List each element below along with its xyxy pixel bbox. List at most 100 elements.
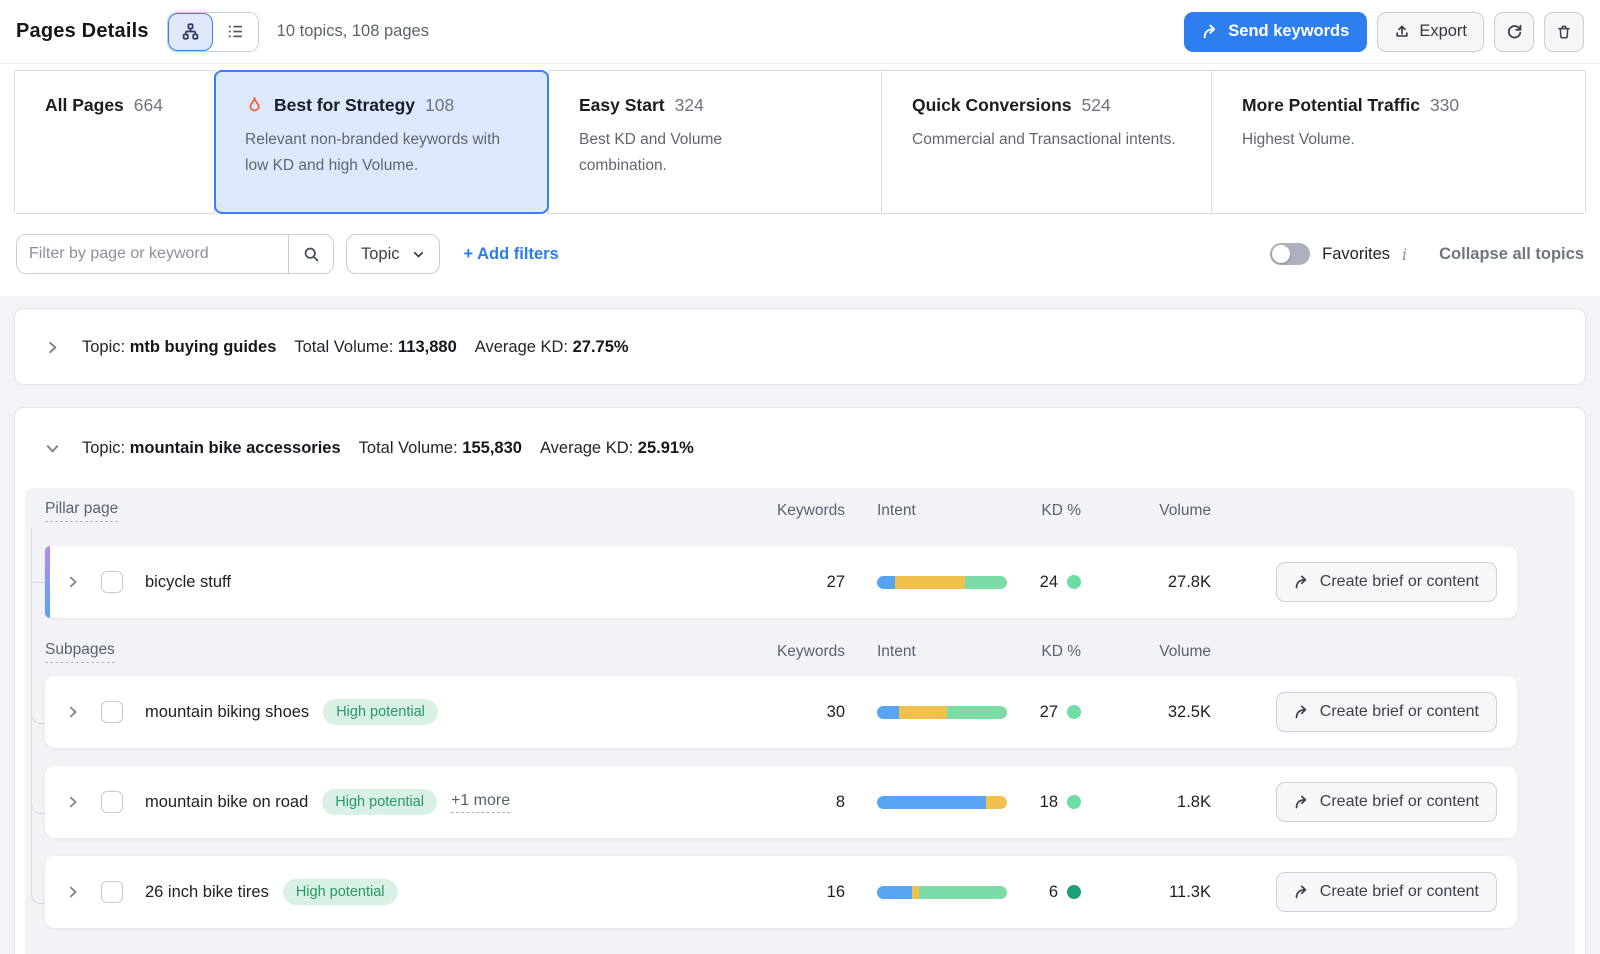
search-box bbox=[16, 234, 334, 274]
filter-bar: Topic + Add filters Favorites i Collapse… bbox=[0, 214, 1600, 296]
kd-value: 24 bbox=[1040, 573, 1058, 592]
page-title: Pages Details bbox=[16, 20, 149, 43]
row-checkbox[interactable] bbox=[101, 571, 123, 593]
send-arrow-icon bbox=[1294, 574, 1310, 590]
total-volume-label: Total Volume: bbox=[294, 338, 393, 356]
search-button[interactable] bbox=[288, 235, 333, 273]
strategy-tabs: All Pages 664 Best for Strategy 108 Rele… bbox=[14, 70, 1586, 214]
pages-table-panel: Pillar page Keywords Intent KD % Volume … bbox=[25, 488, 1575, 954]
export-button[interactable]: Export bbox=[1377, 12, 1484, 52]
expand-row-chevron[interactable] bbox=[66, 885, 80, 899]
add-filters-link[interactable]: + Add filters bbox=[464, 245, 559, 264]
kd-dot bbox=[1067, 705, 1081, 719]
delete-button[interactable] bbox=[1544, 12, 1584, 52]
tree-connector-line bbox=[31, 528, 32, 582]
refresh-button[interactable] bbox=[1494, 12, 1534, 52]
tree-connector-line bbox=[31, 582, 45, 583]
topic-filter-dropdown[interactable]: Topic bbox=[346, 234, 440, 274]
column-kd: KD % bbox=[1041, 643, 1081, 661]
create-brief-button[interactable]: Create brief or content bbox=[1276, 872, 1497, 912]
tree-connector-line bbox=[31, 582, 45, 904]
kd-value: 27 bbox=[1040, 703, 1058, 722]
topic-prefix: Topic: bbox=[82, 338, 125, 356]
topic-name: mtb buying guides bbox=[130, 338, 277, 356]
tree-view-button[interactable] bbox=[168, 13, 213, 51]
page-name: mountain bike on road bbox=[145, 793, 308, 812]
send-arrow-icon bbox=[1294, 704, 1310, 720]
kd-value: 18 bbox=[1040, 793, 1058, 812]
tree-connector-line bbox=[31, 582, 45, 814]
page-name: 26 inch bike tires bbox=[145, 883, 269, 902]
expand-row-chevron[interactable] bbox=[66, 795, 80, 809]
keywords-count: 16 bbox=[827, 883, 845, 902]
average-kd-value: 25.91% bbox=[638, 439, 694, 457]
average-kd-label: Average KD: bbox=[475, 338, 568, 356]
high-potential-badge: High potential bbox=[322, 789, 437, 815]
high-potential-badge: High potential bbox=[283, 879, 398, 905]
tab-more-potential-traffic[interactable]: More Potential Traffic 330 Highest Volum… bbox=[1211, 70, 1586, 214]
flame-icon bbox=[245, 96, 264, 115]
view-toggle bbox=[167, 12, 259, 52]
volume-value: 27.8K bbox=[1168, 573, 1211, 592]
subpages-label[interactable]: Subpages bbox=[45, 641, 115, 663]
kd-dot bbox=[1067, 575, 1081, 589]
tab-quick-conversions[interactable]: Quick Conversions 524 Commercial and Tra… bbox=[881, 70, 1212, 214]
trash-icon bbox=[1556, 24, 1572, 40]
average-kd-label: Average KD: bbox=[540, 439, 633, 457]
table-row-subpage: mountain bike on road High potential +1 … bbox=[45, 766, 1517, 838]
average-kd-value: 27.75% bbox=[573, 338, 629, 356]
column-kd: KD % bbox=[1041, 502, 1081, 520]
top-bar: Pages Details 10 t bbox=[0, 0, 1600, 64]
table-row-subpage: 26 inch bike tires High potential 16 6 1… bbox=[45, 856, 1517, 928]
tab-description: Commercial and Transactional intents. bbox=[912, 127, 1192, 153]
total-volume-label: Total Volume: bbox=[359, 439, 458, 457]
total-volume-value: 113,880 bbox=[398, 338, 457, 356]
tab-easy-start[interactable]: Easy Start 324 Best KD and Volume combin… bbox=[548, 70, 882, 214]
send-arrow-icon bbox=[1294, 794, 1310, 810]
kd-dot bbox=[1067, 795, 1081, 809]
intent-bar bbox=[877, 576, 1007, 589]
topics-area: Topic: mtb buying guides Total Volume: 1… bbox=[0, 296, 1600, 954]
total-volume-value: 155,830 bbox=[462, 439, 522, 457]
expand-row-chevron[interactable] bbox=[66, 575, 80, 589]
keywords-count: 8 bbox=[836, 793, 845, 812]
expand-topic-chevron[interactable] bbox=[45, 340, 60, 355]
sitemap-icon bbox=[182, 23, 199, 40]
collapse-topic-chevron[interactable] bbox=[45, 441, 60, 456]
list-icon bbox=[227, 23, 244, 40]
topic-name: mountain bike accessories bbox=[130, 439, 341, 457]
topic-prefix: Topic: bbox=[82, 439, 125, 457]
toggle-knob bbox=[1272, 245, 1290, 263]
more-badges-link[interactable]: +1 more bbox=[451, 792, 510, 813]
keywords-count: 27 bbox=[827, 573, 845, 592]
intent-bar bbox=[877, 886, 1007, 899]
search-input[interactable] bbox=[17, 235, 288, 273]
tab-all-pages[interactable]: All Pages 664 bbox=[14, 70, 215, 214]
volume-value: 32.5K bbox=[1168, 703, 1211, 722]
list-view-button[interactable] bbox=[213, 13, 258, 51]
export-icon bbox=[1394, 24, 1410, 40]
topic-card-mountain-bike-accessories: Topic: mountain bike accessories Total V… bbox=[14, 407, 1586, 954]
pillar-page-label[interactable]: Pillar page bbox=[45, 500, 118, 522]
row-checkbox[interactable] bbox=[101, 701, 123, 723]
page-name: bicycle stuff bbox=[145, 573, 231, 592]
volume-value: 1.8K bbox=[1177, 793, 1211, 812]
high-potential-badge: High potential bbox=[323, 699, 438, 725]
info-icon[interactable]: i bbox=[1402, 245, 1407, 264]
column-keywords: Keywords bbox=[777, 643, 845, 661]
expand-row-chevron[interactable] bbox=[66, 705, 80, 719]
create-brief-button[interactable]: Create brief or content bbox=[1276, 562, 1497, 602]
row-checkbox[interactable] bbox=[101, 881, 123, 903]
tab-best-for-strategy[interactable]: Best for Strategy 108 Relevant non-brand… bbox=[214, 70, 549, 214]
create-brief-button[interactable]: Create brief or content bbox=[1276, 782, 1497, 822]
row-checkbox[interactable] bbox=[101, 791, 123, 813]
page-name: mountain biking shoes bbox=[145, 703, 309, 722]
column-keywords: Keywords bbox=[777, 502, 845, 520]
tree-connector-line bbox=[31, 582, 45, 724]
create-brief-button[interactable]: Create brief or content bbox=[1276, 692, 1497, 732]
send-keywords-button[interactable]: Send keywords bbox=[1184, 12, 1367, 52]
collapse-all-topics-link[interactable]: Collapse all topics bbox=[1439, 245, 1584, 264]
column-volume: Volume bbox=[1159, 643, 1211, 661]
favorites-toggle[interactable] bbox=[1270, 243, 1310, 265]
column-intent: Intent bbox=[877, 502, 916, 520]
